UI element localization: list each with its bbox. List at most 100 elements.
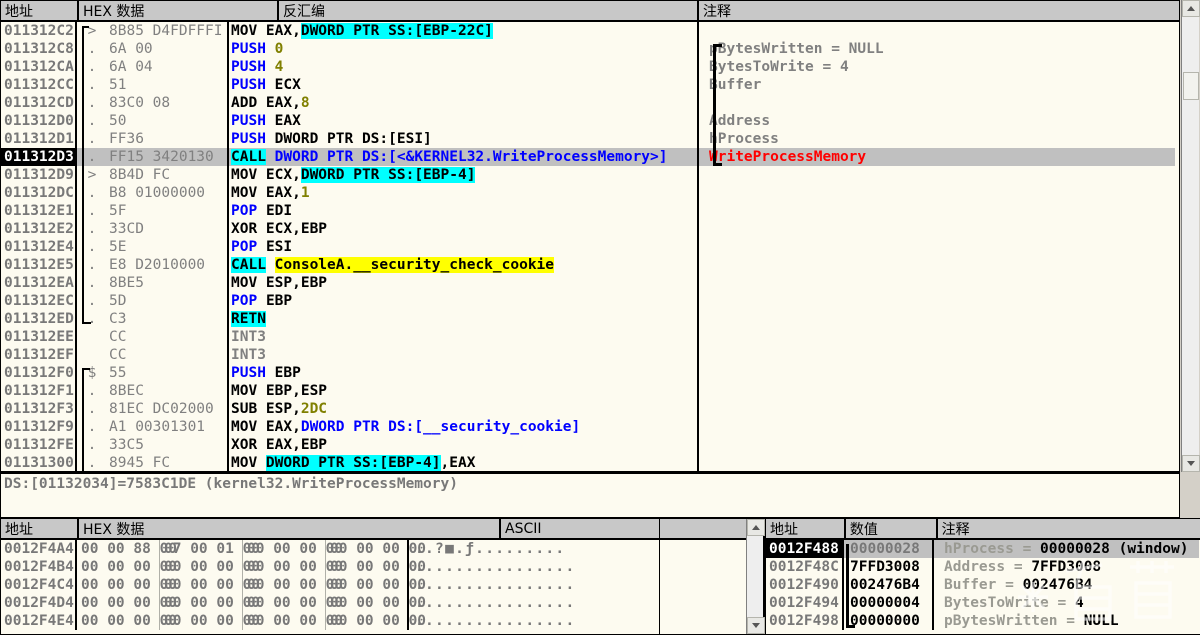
disasm-instruction: MOV EAX,1 — [227, 184, 697, 202]
disassembly-row[interactable]: 011312CA. 6A 04 PUSH 4 BytesToWrite = 4 — [1, 58, 1179, 76]
dump-scroll-up-arrow-icon[interactable] — [747, 519, 765, 536]
disassembly-row[interactable]: 011312EA. 8BE5 MOV ESP,EBP — [1, 274, 1179, 292]
disasm-col-comment[interactable]: 注释 — [699, 1, 1179, 20]
disasm-instruction: MOV DWORD PTR SS:[EBP-4],EAX — [227, 454, 697, 471]
disasm-comment — [697, 94, 1175, 112]
stack-row[interactable]: 0012F498 00000000 pBytesWritten = NULL — [766, 612, 1200, 630]
scrollbar-thumb[interactable] — [1183, 72, 1199, 100]
stack-rows[interactable]: 0012F488 00000028 hProcess = 00000028 (win… — [766, 540, 1200, 634]
disasm-address: 011312C8 — [1, 40, 77, 58]
disassembly-row[interactable]: 011312F0 $55 PUSH EBP — [1, 364, 1179, 382]
disassembly-row[interactable]: 011312C2 >8B85 D4FDFFFI MOV EAX,DWORD PTR … — [1, 22, 1179, 40]
dump-row[interactable]: 0012F4E4 00 00 00 00 00 00 00 00 00 00 00 0… — [1, 612, 659, 630]
disasm-col-disassembly[interactable]: 反汇编 — [279, 1, 699, 20]
disasm-address: 011312FE — [1, 436, 77, 454]
scroll-down-arrow-icon[interactable] — [1182, 455, 1200, 472]
stack-pane: 地址 数值 注释 0012F488 00000028 hProcess = 0000… — [765, 518, 1200, 635]
disasm-comment — [697, 328, 1175, 346]
dump-rows[interactable]: 0012F4A4 00 00 88 00 07 00 01 00 00 00 00 0… — [1, 540, 659, 634]
disasm-address: 011312E1 — [1, 202, 77, 220]
disassembly-row[interactable]: 011312D3. FF15 3420130 CALL DWORD PTR DS:[… — [1, 148, 1179, 166]
disassembly-scrollbar[interactable] — [1181, 0, 1200, 472]
dump-scroll-down-arrow-icon[interactable] — [747, 617, 765, 634]
dump-row[interactable]: 0012F4A4 00 00 88 00 07 00 01 00 00 00 00 0… — [1, 540, 659, 558]
dump-ascii: ..?■.ƒ......... — [415, 541, 566, 557]
disasm-col-hex[interactable]: HEX 数据 — [79, 1, 279, 20]
disassembly-row[interactable]: 011312E5. E8 D2010000 CALL ConsoleA.__secu… — [1, 256, 1179, 274]
dump-row[interactable]: 0012F4D4 00 00 00 00 00 00 00 00 00 00 00 0… — [1, 594, 659, 612]
stack-comment: hProcess = 00000028 (window) — [934, 540, 1199, 558]
disassembly-row[interactable]: 011312ED. C3 RETN — [1, 310, 1179, 328]
disassembly-row[interactable]: 011312D0. 50 PUSH EAX Address — [1, 112, 1179, 130]
dump-col-hex[interactable]: HEX 数据 — [79, 519, 501, 538]
dump-address: 0012F4B4 — [1, 558, 77, 576]
stack-comment: Address = 7FFD3008 — [944, 559, 1102, 575]
dump-hex-group: 00 00 00 00 — [326, 612, 426, 630]
stack-col-comment[interactable]: 注释 — [938, 519, 1200, 538]
disasm-address: 011312CC — [1, 76, 77, 94]
dump-col-ascii[interactable]: ASCII — [501, 519, 659, 538]
dump-row[interactable]: 0012F4B4 00 00 00 00 00 00 00 00 00 00 00 0… — [1, 558, 659, 576]
stack-row[interactable]: 0012F488 00000028 hProcess = 00000028 (win… — [766, 540, 1200, 558]
stack-row[interactable]: 0012F494 00000004 BytesToWrite = 4 — [766, 594, 1200, 612]
stack-row[interactable]: 0012F48C 7FFD3008 Address = 7FFD3008 — [766, 558, 1200, 576]
disasm-hex-bytes: 5E — [109, 239, 127, 255]
disassembly-row[interactable]: 011312CC. 51 PUSH ECX Buffer — [1, 76, 1179, 94]
disasm-comment: Address — [697, 112, 1175, 130]
disassembly-row[interactable]: 011312F3. 81EC DC02000 SUB ESP,2DC — [1, 400, 1179, 418]
disasm-comment — [697, 418, 1175, 436]
disasm-address: 011312E2 — [1, 220, 77, 238]
disasm-address: 011312F0 — [1, 364, 77, 382]
disasm-hex-bytes: 51 — [109, 77, 127, 93]
disasm-address: 011312DC — [1, 184, 77, 202]
disassembly-row[interactable]: 011312CD. 83C0 08 ADD EAX,8 — [1, 94, 1179, 112]
disassembly-row[interactable]: 011312EF CC INT3 — [1, 346, 1179, 364]
disassembly-row[interactable]: 011312C8. 6A 00 PUSH 0 pBytesWritten = NULL — [1, 40, 1179, 58]
disassembly-row[interactable]: 011312DC. B8 01000000 MOV EAX,1 — [1, 184, 1179, 202]
disassembly-rows[interactable]: 011312C2 >8B85 D4FDFFFI MOV EAX,DWORD PTR … — [1, 22, 1179, 471]
dump-row[interactable]: 0012F4C4 00 00 00 00 00 00 00 00 00 00 00 0… — [1, 576, 659, 594]
disasm-hex-bytes: CC — [109, 347, 127, 363]
disasm-address: 011312ED — [1, 310, 77, 328]
procedure-bracket-tick — [82, 26, 89, 28]
stack-row[interactable]: 0012F490 002476B4 Buffer = 002476B4 — [766, 576, 1200, 594]
dump-filler-header — [660, 519, 746, 540]
disasm-comment — [697, 220, 1175, 238]
disasm-comment — [697, 310, 1175, 328]
disasm-instruction: PUSH DWORD PTR DS:[ESI] — [227, 130, 697, 148]
disassembly-row[interactable]: 011312E2. 33CD XOR ECX,EBP — [1, 220, 1179, 238]
stack-address: 0012F494 — [766, 594, 844, 612]
disasm-col-address[interactable]: 地址 — [1, 1, 79, 20]
disasm-hex-bytes: 6A 04 — [109, 59, 153, 75]
disasm-instruction: MOV ESP,EBP — [227, 274, 697, 292]
disassembly-row[interactable]: 011312D9 >8B4D FC MOV ECX,DWORD PTR SS:[EB… — [1, 166, 1179, 184]
disassembly-row[interactable]: 011312F9. A1 00301301 MOV EAX,DWORD PTR DS… — [1, 418, 1179, 436]
disasm-address: 011312EA — [1, 274, 77, 292]
disassembly-row[interactable]: 011312F1. 8BEC MOV EBP,ESP — [1, 382, 1179, 400]
disassembly-row[interactable]: 011312EE CC INT3 — [1, 328, 1179, 346]
disasm-instruction: PUSH ECX — [227, 76, 697, 94]
disassembly-row[interactable]: 011312E4. 5E POP ESI — [1, 238, 1179, 256]
stack-value: 00000028 — [844, 540, 934, 558]
dump-address: 0012F4D4 — [1, 594, 77, 612]
disasm-comment: pBytesWritten = NULL — [697, 40, 1175, 58]
disasm-comment — [697, 256, 1175, 274]
dump-address: 0012F4C4 — [1, 576, 77, 594]
stack-argument-bracket — [846, 544, 849, 628]
procedure-bracket-tick — [82, 368, 90, 370]
stack-col-value[interactable]: 数值 — [846, 519, 938, 538]
disassembly-row[interactable]: 01131300. 8945 FC MOV DWORD PTR SS:[EBP-4]… — [1, 454, 1179, 471]
disasm-instruction: INT3 — [227, 346, 697, 364]
dump-col-address[interactable]: 地址 — [1, 519, 79, 538]
stack-col-address[interactable]: 地址 — [766, 519, 846, 538]
disasm-instruction: MOV ECX,DWORD PTR SS:[EBP-4] — [227, 166, 697, 184]
disassembly-row[interactable]: 011312EC. 5D POP EBP — [1, 292, 1179, 310]
disassembly-row[interactable]: 011312D1. FF36 PUSH DWORD PTR DS:[ESI] hPro… — [1, 130, 1179, 148]
stack-address: 0012F48C — [766, 558, 844, 576]
disasm-address: 011312EF — [1, 346, 77, 364]
disassembly-row[interactable]: 011312E1. 5F POP EDI — [1, 202, 1179, 220]
stack-header: 地址 数值 注释 — [766, 519, 1200, 540]
scroll-up-arrow-icon[interactable] — [1182, 0, 1200, 17]
dump-scrollbar[interactable] — [746, 519, 765, 634]
disassembly-row[interactable]: 011312FE. 33C5 XOR EAX,EBP — [1, 436, 1179, 454]
